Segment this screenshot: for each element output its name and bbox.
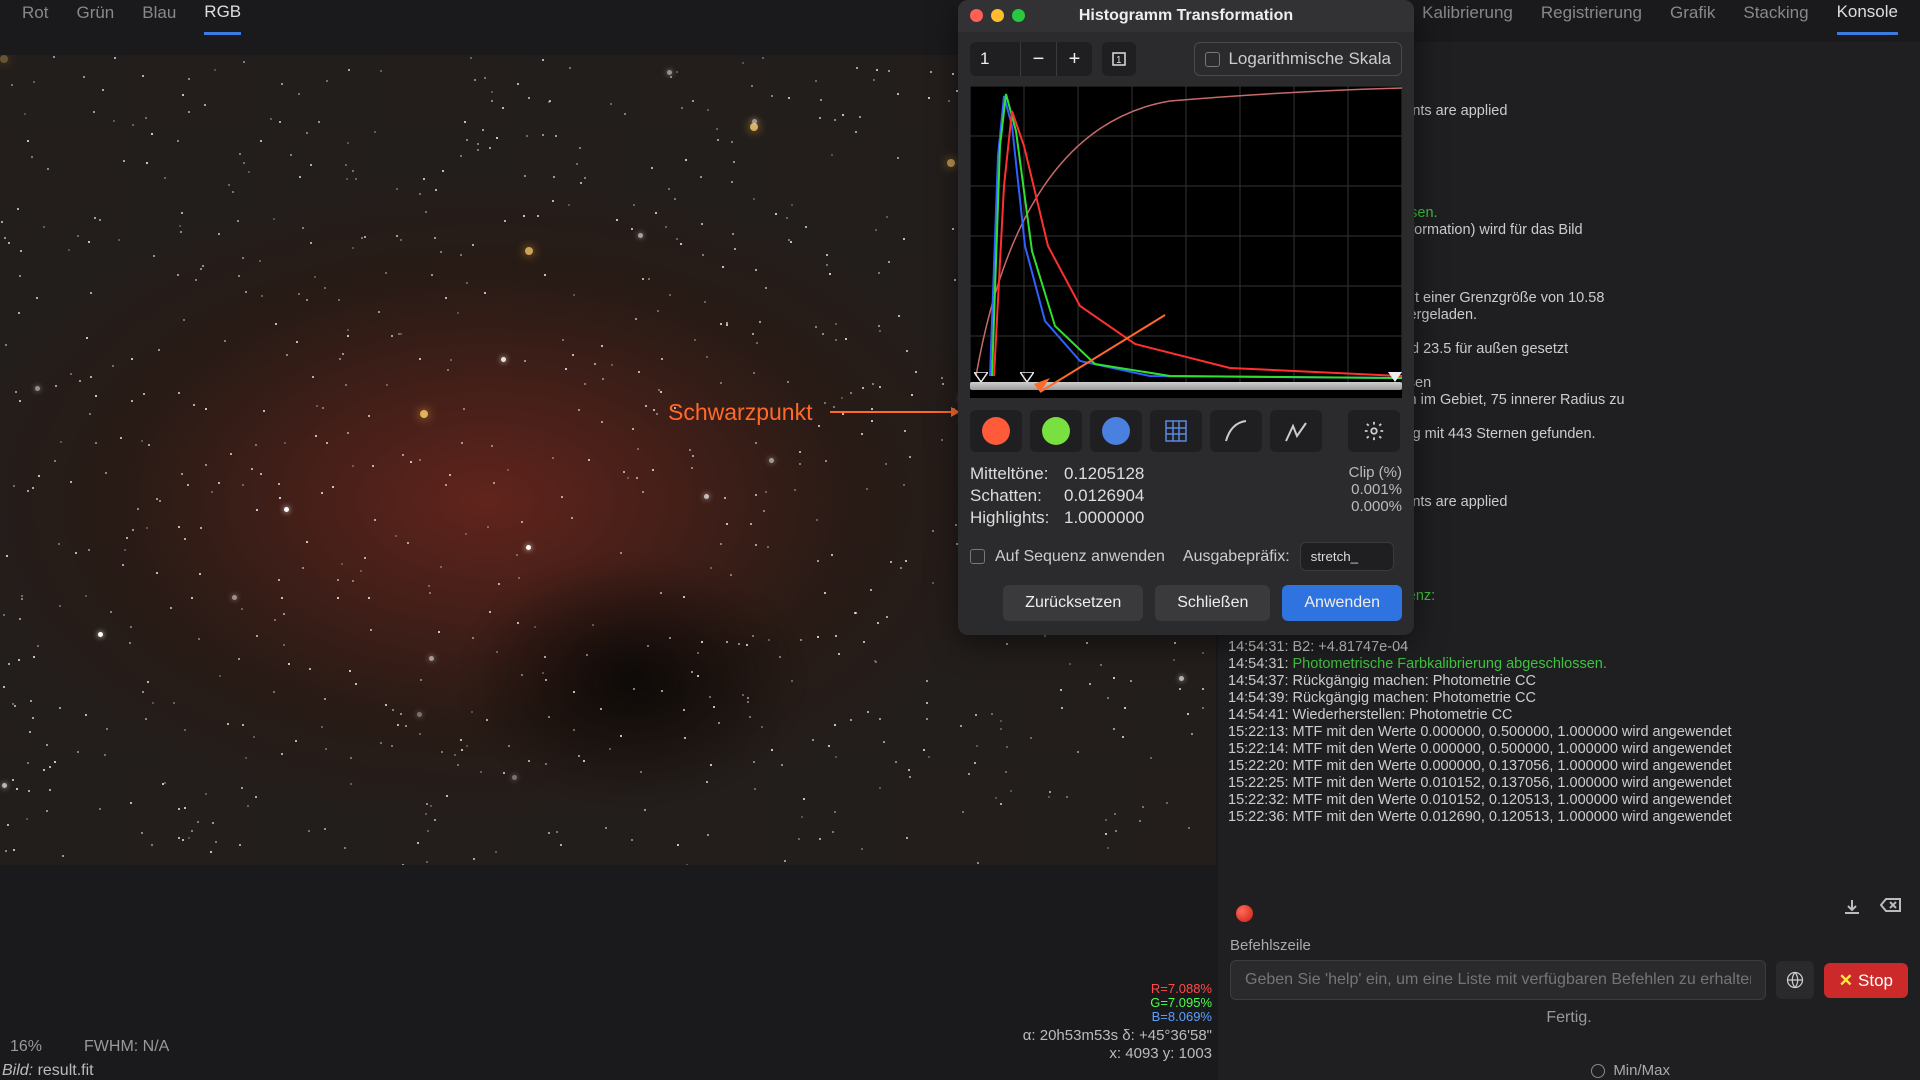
status-ready: Fertig. [1218,1009,1920,1026]
channel-blue-button[interactable] [1090,410,1142,452]
pixel-rgb-readout: R=7.088% G=7.095% B=8.069% [1150,982,1212,1024]
pixel-coords: x: 4093 y: 1003 [1109,1045,1212,1062]
prefix-input[interactable] [1300,542,1394,571]
svg-text:1: 1 [1116,55,1122,66]
maximize-icon[interactable] [1012,9,1025,22]
highlights-value: 1.0000000 [1064,508,1144,528]
channel-green-button[interactable] [1030,410,1082,452]
grid-toggle-button[interactable] [1150,410,1202,452]
checkbox-icon [1205,52,1220,67]
radio-icon [1591,1064,1605,1078]
shadows-label: Schatten: [970,486,1048,506]
record-icon[interactable] [1236,905,1253,922]
clip-label: Clip (%) [1349,464,1402,481]
stop-button[interactable]: ✕Stop [1824,963,1908,998]
command-input[interactable] [1230,960,1766,1000]
curve-toggle-button[interactable] [1210,410,1262,452]
apply-button[interactable]: Anwenden [1282,585,1402,621]
tab-konsole[interactable]: Konsole [1837,2,1898,35]
file-label: Bild: [2,1062,33,1079]
apply-sequence-checkbox[interactable] [970,549,985,564]
minimize-icon[interactable] [991,9,1004,22]
zoom-out-button[interactable]: − [1020,42,1056,76]
zoom-control: 1 − + [970,42,1092,76]
channel-red-button[interactable] [970,410,1022,452]
file-name: result.fit [38,1062,94,1079]
export-icon[interactable] [1842,897,1862,922]
close-icon[interactable] [970,9,983,22]
tab-rgb[interactable]: RGB [204,2,241,35]
highlights-label: Highlights: [970,508,1048,528]
autostretch-button[interactable] [1270,410,1322,452]
clip-low-value: 0.000% [1349,498,1402,515]
apply-sequence-label: Auf Sequenz anwenden [995,548,1165,566]
channel-tabs: Rot Grün Blau RGB [0,0,263,36]
prefix-label: Ausgabepräfix: [1183,548,1290,566]
clip-high-value: 0.001% [1349,481,1402,498]
log-scale-toggle[interactable]: Logarithmische Skala [1194,42,1402,76]
tab-blau[interactable]: Blau [142,3,176,33]
close-button[interactable]: Schließen [1155,585,1270,621]
zoom-in-button[interactable]: + [1056,42,1092,76]
zoom-fit-button[interactable]: 1 [1102,42,1136,76]
midtones-value: 0.1205128 [1064,464,1144,484]
zoom-value[interactable]: 1 [970,43,1020,75]
dialog-title: Histogramm Transformation [1079,7,1293,25]
fwhm-value: FWHM: N/A [84,1038,169,1056]
tab-gruen[interactable]: Grün [76,3,114,33]
language-button[interactable] [1776,961,1814,999]
wcs-coords: α: 20h53m53s δ: +45°36'58" [1023,1027,1212,1044]
tab-stacking[interactable]: Stacking [1743,3,1808,33]
tab-rot[interactable]: Rot [22,3,48,33]
midtones-label: Mitteltöne: [970,464,1048,484]
arrow-icon [830,411,956,413]
settings-button[interactable] [1348,410,1400,452]
clear-icon[interactable] [1880,897,1902,922]
workflow-tabs: Kalibrierung Registrierung Grafik Stacki… [1400,0,1920,36]
shadow-slider-handle[interactable] [974,372,988,382]
tab-registrierung[interactable]: Registrierung [1541,3,1642,33]
zoom-level: 16% [10,1038,42,1056]
minmax-option[interactable]: Min/Max [1591,1062,1670,1079]
reset-button[interactable]: Zurücksetzen [1003,585,1143,621]
tab-grafik[interactable]: Grafik [1670,3,1715,33]
histogram-dialog: Histogramm Transformation 1 − + 1 Logari… [958,0,1414,635]
shadows-value: 0.0126904 [1064,486,1144,506]
dialog-titlebar[interactable]: Histogramm Transformation [958,0,1414,32]
command-label: Befehlszeile [1230,937,1908,954]
tab-kalibrierung[interactable]: Kalibrierung [1422,3,1513,33]
highlight-slider-handle[interactable] [1388,372,1402,382]
annotation-schwarzpunkt: Schwarzpunkt [668,399,812,426]
arrow-icon [1030,310,1170,400]
